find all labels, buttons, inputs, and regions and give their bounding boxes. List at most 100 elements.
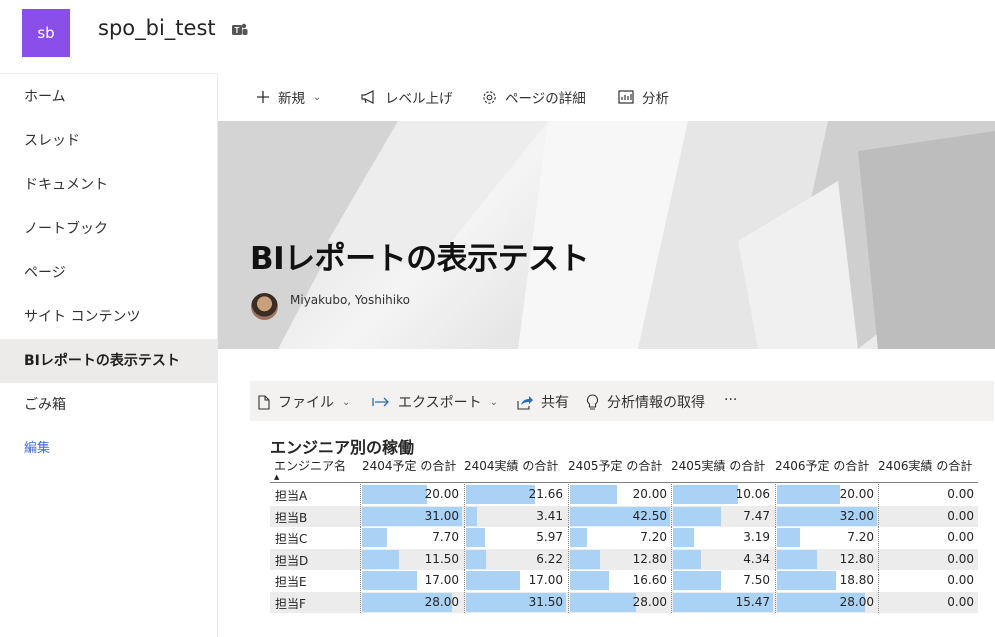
table-row[interactable]: 担当A 20.00 21.66 20.00 10.06 20.00 0.00 — [270, 484, 978, 505]
column-header-2405-actual[interactable]: 2405実績 の合計 — [671, 457, 765, 474]
teams-icon[interactable]: T — [231, 21, 249, 39]
plus-icon — [257, 91, 269, 103]
value-cell[interactable]: 3.41 — [464, 505, 567, 527]
data-bar — [673, 506, 721, 526]
table-row[interactable]: 担当B 31.00 3.41 42.50 7.47 32.00 0.00 — [270, 505, 978, 527]
page-details-button[interactable]: ページの詳細 — [482, 87, 586, 107]
chevron-down-icon: ⌄ — [313, 91, 322, 103]
value-cell[interactable]: 7.70 — [360, 527, 463, 548]
column-header-2406-plan[interactable]: 2406予定 の合計 — [775, 457, 869, 474]
analytics-button[interactable]: 分析 — [618, 87, 669, 107]
data-bar — [673, 549, 701, 569]
table-row[interactable]: 担当E 17.00 17.00 16.60 7.50 18.80 0.00 — [270, 570, 978, 591]
value-cell[interactable]: 16.60 — [568, 570, 671, 591]
value-cell[interactable]: 0.00 — [878, 505, 978, 527]
value-cell[interactable]: 31.00 — [360, 505, 463, 527]
cell-value: 20.00 — [424, 487, 459, 501]
value-cell[interactable]: 28.00 — [568, 591, 671, 613]
cell-value: 6.22 — [536, 551, 563, 566]
value-cell[interactable]: 0.00 — [878, 527, 978, 548]
data-bar — [362, 528, 387, 547]
column-header-2405-plan[interactable]: 2405予定 の合計 — [568, 457, 662, 474]
value-cell[interactable]: 4.34 — [671, 548, 774, 570]
column-header-2404-actual[interactable]: 2404実績 の合計 — [464, 457, 558, 474]
site-logo[interactable]: sb — [22, 9, 70, 57]
cell-value: 28.00 — [424, 594, 459, 609]
value-cell[interactable]: 7.47 — [671, 505, 774, 527]
value-cell[interactable]: 0.00 — [878, 484, 978, 505]
value-cell[interactable]: 6.22 — [464, 548, 567, 570]
share-button[interactable]: 共有 — [516, 392, 569, 412]
value-cell[interactable]: 42.50 — [568, 505, 671, 527]
value-cell[interactable]: 32.00 — [775, 505, 878, 527]
value-cell[interactable]: 0.00 — [878, 591, 978, 613]
matrix-header-row: エンジニア名 2404予定 の合計 2404実績 の合計 2405予定 の合計 … — [270, 455, 978, 483]
value-cell[interactable]: 10.06 — [671, 484, 774, 505]
cell-value: 20.00 — [839, 487, 874, 501]
value-cell[interactable]: 0.00 — [878, 570, 978, 591]
nav-item-recycle-bin[interactable]: ごみ箱 — [0, 383, 217, 427]
nav-item-documents[interactable]: ドキュメント — [0, 163, 217, 207]
nav-item-threads[interactable]: スレッド — [0, 119, 217, 163]
value-cell[interactable]: 7.20 — [775, 527, 878, 548]
value-cell[interactable]: 20.00 — [568, 484, 671, 505]
value-cell[interactable]: 12.80 — [568, 548, 671, 570]
cell-value: 16.60 — [632, 573, 667, 587]
value-cell[interactable]: 3.19 — [671, 527, 774, 548]
author-avatar[interactable] — [251, 293, 278, 320]
value-cell[interactable]: 15.47 — [671, 591, 774, 613]
cell-value: 3.41 — [536, 508, 563, 523]
value-cell[interactable]: 31.50 — [464, 591, 567, 613]
nav-item-home[interactable]: ホーム — [0, 75, 217, 119]
value-cell[interactable]: 18.80 — [775, 570, 878, 591]
value-cell[interactable]: 20.00 — [775, 484, 878, 505]
nav-item-site-contents[interactable]: サイト コンテンツ — [0, 295, 217, 339]
more-options-button[interactable]: ··· — [724, 392, 737, 408]
file-menu-button[interactable]: ファイル ⌄ — [258, 392, 350, 412]
site-title[interactable]: spo_bi_test — [98, 16, 216, 40]
cell-value: 0.00 — [947, 508, 974, 523]
data-bar — [466, 528, 485, 547]
value-cell[interactable]: 0.00 — [878, 548, 978, 570]
lightbulb-icon — [587, 394, 598, 410]
more-options-icon: ··· — [724, 392, 738, 408]
promote-button[interactable]: レベル上げ — [360, 87, 453, 107]
title-banner: BIレポートの表示テスト Miyakubo, Yoshihiko — [218, 121, 995, 349]
megaphone-icon — [361, 90, 374, 104]
data-bar — [570, 571, 609, 590]
table-row[interactable]: 担当D 11.50 6.22 12.80 4.34 12.80 0.00 — [270, 548, 978, 570]
value-cell[interactable]: 7.20 — [568, 527, 671, 548]
value-cell[interactable]: 28.00 — [360, 591, 463, 613]
export-menu-button[interactable]: エクスポート ⌄ — [372, 392, 498, 412]
cell-value: 0.00 — [947, 594, 974, 609]
nav-item-notebook[interactable]: ノートブック — [0, 207, 217, 251]
data-bar — [362, 485, 427, 504]
value-cell[interactable]: 17.00 — [360, 570, 463, 591]
value-cell[interactable]: 11.50 — [360, 548, 463, 570]
value-cell[interactable]: 28.00 — [775, 591, 878, 613]
value-cell[interactable]: 5.97 — [464, 527, 567, 548]
column-header-2406-actual[interactable]: 2406実績 の合計 — [878, 457, 972, 474]
nav-item-bi-report[interactable]: BIレポートの表示テスト — [0, 339, 217, 383]
get-insights-button[interactable]: 分析情報の取得 — [586, 392, 705, 412]
value-cell[interactable]: 17.00 — [464, 570, 567, 591]
column-header-2404-plan[interactable]: 2404予定 の合計 — [362, 457, 456, 474]
cell-value: 12.80 — [632, 551, 667, 566]
table-row[interactable]: 担当F 28.00 31.50 28.00 15.47 28.00 0.00 — [270, 591, 978, 613]
data-bar — [570, 528, 587, 547]
nav-item-pages[interactable]: ページ — [0, 251, 217, 295]
value-cell[interactable]: 20.00 — [360, 484, 463, 505]
column-header-engineer[interactable]: エンジニア名 — [274, 457, 346, 474]
powerbi-toolbar: ファイル ⌄ エクスポート ⌄ 共有 分析情報の取得 ··· — [250, 381, 994, 421]
value-cell[interactable]: 21.66 — [464, 484, 567, 505]
nav-edit-link[interactable]: 編集 — [0, 427, 217, 471]
table-row[interactable]: 担当C 7.70 5.97 7.20 3.19 7.20 0.00 — [270, 527, 978, 548]
promote-label: レベル上げ — [385, 91, 453, 107]
cell-value: 15.47 — [735, 594, 770, 609]
new-label: 新規 — [278, 91, 305, 107]
new-button[interactable]: 新規 ⌄ — [256, 87, 321, 107]
value-cell[interactable]: 7.50 — [671, 570, 774, 591]
value-cell[interactable]: 12.80 — [775, 548, 878, 570]
author-name[interactable]: Miyakubo, Yoshihiko — [290, 293, 410, 307]
data-bar — [570, 592, 636, 612]
